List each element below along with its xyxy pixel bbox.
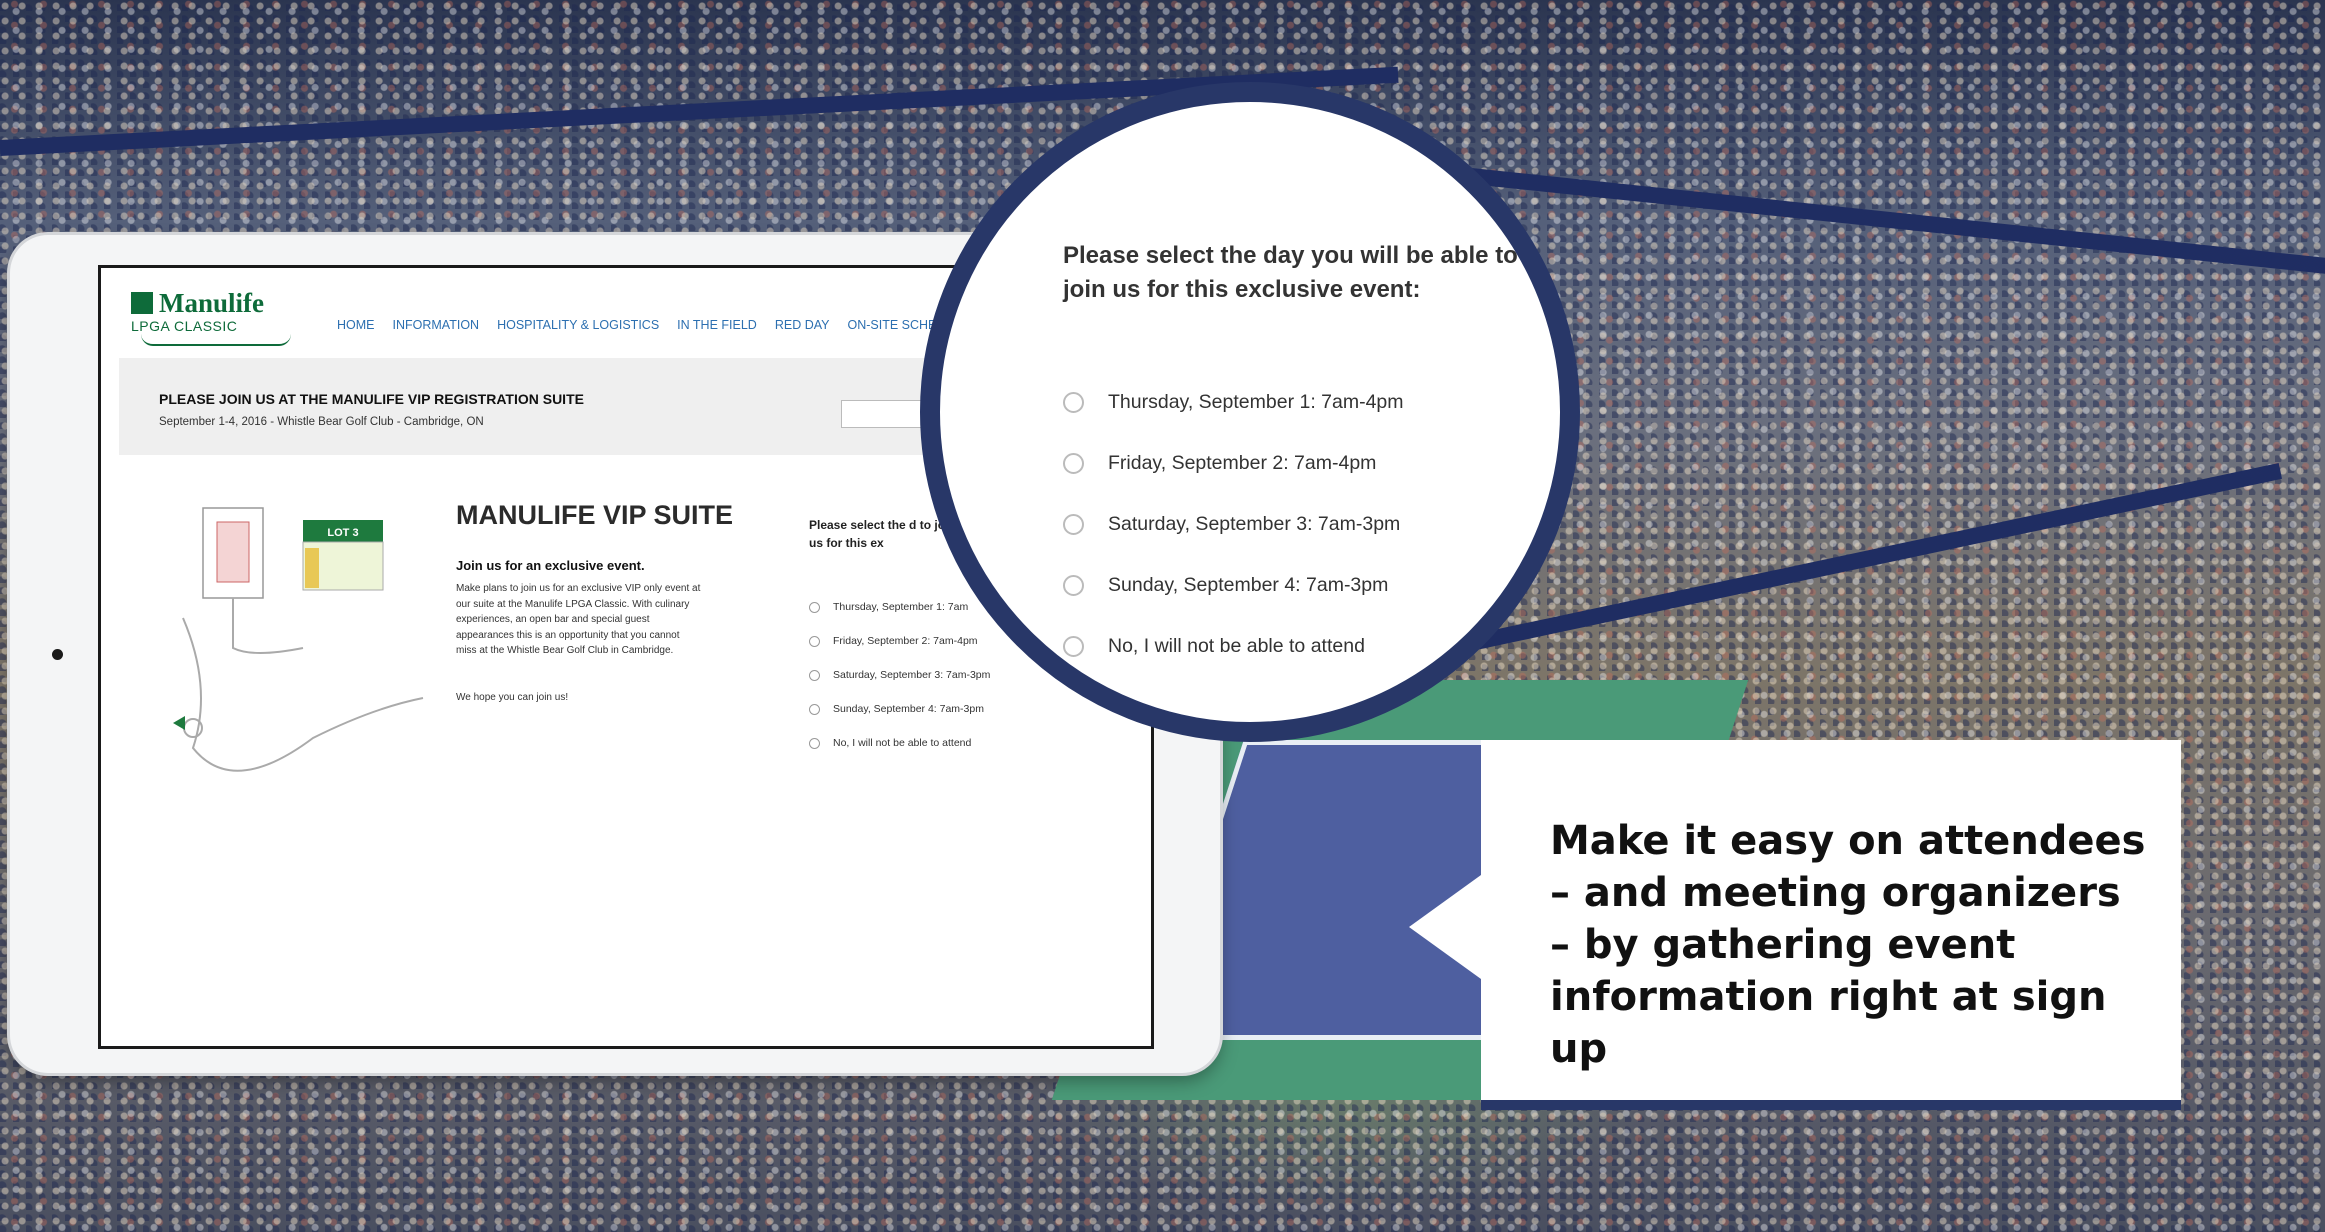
option-label: Saturday, September 3: 7am-3pm [1108,513,1401,535]
form-options-small: Thursday, September 1: 7am Friday, Septe… [809,590,990,760]
nav-in-the-field[interactable]: IN THE FIELD [677,318,757,332]
map-roundabout [183,718,203,738]
map-building-inner [216,521,250,583]
radio-icon[interactable] [1063,575,1084,596]
logo-brand: Manulife [159,288,264,318]
map-road [182,617,424,772]
nav-home[interactable]: HOME [337,318,375,332]
nav-hospitality[interactable]: HOSPITALITY & LOGISTICS [497,318,659,332]
option-label: Friday, September 2: 7am-4pm [1108,452,1377,474]
radio-icon[interactable] [1063,392,1084,413]
tablet-camera [52,649,63,660]
join-body: Make plans to join us for an exclusive V… [456,583,701,656]
option-label: Friday, September 2: 7am-4pm [833,635,978,647]
radio-icon[interactable] [1063,636,1084,657]
radio-icon[interactable] [809,737,820,749]
callout-text: Make it easy on attendees – and meeting … [1550,815,2150,1075]
logo-subtitle: LPGA CLASSIC [131,318,238,334]
radio-icon[interactable] [809,669,820,681]
zoomed-form-question: Please select the day you will be able t… [1063,242,1518,303]
join-heading: Join us for an exclusive event. [456,558,645,573]
callout-box: Make it easy on attendees – and meeting … [1409,740,2181,1100]
option-thursday-small[interactable]: Thursday, September 1: 7am [809,590,990,624]
option-friday-small[interactable]: Friday, September 2: 7am-4pm [809,624,990,658]
option-label: Saturday, September 3: 7am-3pm [833,669,991,681]
map-path [232,598,304,654]
radio-icon[interactable] [1063,514,1084,535]
radio-icon[interactable] [809,601,820,613]
banner-title: PLEASE JOIN US AT THE MANULIFE VIP REGIS… [159,391,584,407]
join-closing: We hope you can join us! [456,692,569,703]
site-nav: HOME INFORMATION HOSPITALITY & LOGISTICS… [337,318,936,332]
vip-title: MANULIFE VIP SUITE [456,500,734,530]
logo-swoosh-icon [141,334,291,346]
zoomed-option-saturday[interactable]: Saturday, September 3: 7am-3pm [1063,494,1404,555]
manulife-logo[interactable]: Manulife LPGA CLASSIC [131,288,291,348]
option-label: Sunday, September 4: 7am-3pm [833,703,984,715]
option-label: No, I will not be able to attend [1108,635,1365,657]
option-decline-small[interactable]: No, I will not be able to attend [809,726,990,760]
map-lot-stripe [305,548,319,588]
zoomed-option-friday[interactable]: Friday, September 2: 7am-4pm [1063,433,1404,494]
zoomed-form-options: Thursday, September 1: 7am-4pm Friday, S… [1063,372,1404,677]
form-question-small: Please select the d to join us for this … [809,518,956,550]
banner-subtitle: September 1-4, 2016 - Whistle Bear Golf … [159,416,484,428]
radio-icon[interactable] [1063,453,1084,474]
option-saturday-small[interactable]: Saturday, September 3: 7am-3pm [809,658,990,692]
venue-map: LOT 3 [173,507,424,772]
option-sunday-small[interactable]: Sunday, September 4: 7am-3pm [809,692,990,726]
option-label: Thursday, September 1: 7am [833,601,969,613]
map-arrow-icon [173,716,185,730]
option-label: Thursday, September 1: 7am-4pm [1108,391,1404,413]
manulife-mark-icon [131,292,153,314]
callout-bold: Make it easy [1550,818,1835,864]
nav-information[interactable]: INFORMATION [393,318,480,332]
option-label: Sunday, September 4: 7am-3pm [1108,574,1389,596]
nav-red-day[interactable]: RED DAY [775,318,830,332]
zoomed-option-decline[interactable]: No, I will not be able to attend [1063,616,1404,677]
radio-icon[interactable] [809,703,820,715]
magnifier-zoom: Please select the day you will be able t… [920,82,1580,742]
callout-pointer [1409,875,1481,979]
radio-icon[interactable] [809,635,820,647]
zoomed-option-thursday[interactable]: Thursday, September 1: 7am-4pm [1063,372,1404,433]
option-label: No, I will not be able to attend [833,737,972,749]
nav-on-site-schedule[interactable]: ON-SITE SCHE [847,318,936,332]
map-lot-label: LOT 3 [327,527,358,539]
zoomed-option-sunday[interactable]: Sunday, September 4: 7am-3pm [1063,555,1404,616]
